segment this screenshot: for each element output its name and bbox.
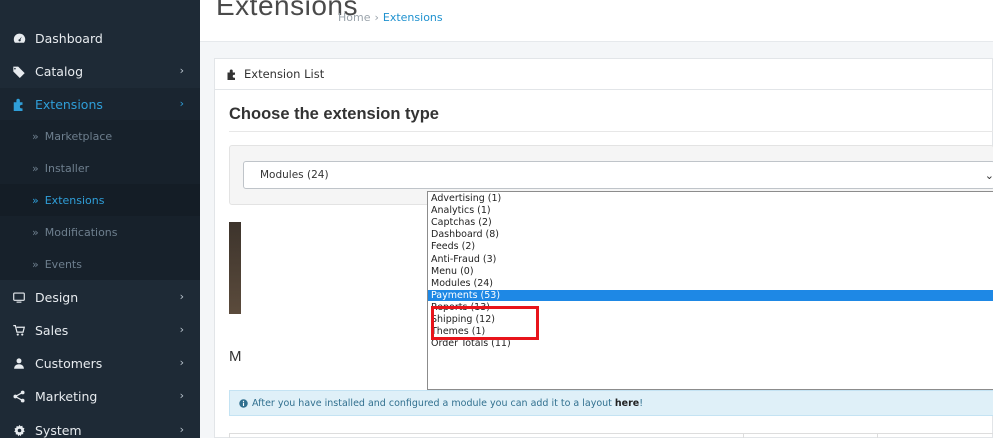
table-column-divider <box>877 434 878 438</box>
sidebar-subitem-installer[interactable]: » Installer <box>0 152 200 184</box>
info-alert: After you have installed and configured … <box>229 390 993 416</box>
chevron-right-icon: › <box>179 64 184 77</box>
page-header: Extensions Home › Extensions <box>200 0 993 42</box>
sidebar-subitem-label: Extensions <box>44 193 105 207</box>
user-icon <box>12 356 26 370</box>
puzzle-icon <box>12 97 26 111</box>
panel-heading: Extension List <box>215 59 992 90</box>
sidebar-item-label: Sales <box>35 322 69 338</box>
option-menu[interactable]: Menu (0) <box>428 266 993 278</box>
sidebar-subitem-marketplace[interactable]: » Marketplace <box>0 120 200 152</box>
sidebar-item-label: Customers <box>35 355 103 371</box>
double-chevron-icon: » <box>32 161 39 175</box>
breadcrumb-extensions[interactable]: Extensions <box>383 11 443 24</box>
chevron-right-icon: › <box>179 423 184 436</box>
breadcrumb-separator: › <box>374 11 379 24</box>
sidebar-item-label: Catalog <box>35 63 84 79</box>
extension-type-select[interactable]: Modules (24) ⌄ <box>243 161 993 189</box>
breadcrumb: Home › Extensions <box>338 11 443 24</box>
alert-text: After you have installed and configured … <box>252 397 612 409</box>
breadcrumb-home[interactable]: Home <box>338 11 370 24</box>
section-title: Choose the extension type <box>229 105 439 123</box>
sidebar-subitem-label: Marketplace <box>44 129 113 143</box>
sidebar-item-customers[interactable]: Customers › <box>0 347 200 379</box>
gear-icon <box>12 423 26 437</box>
option-payments[interactable]: Payments (53) <box>428 289 993 302</box>
chevron-right-icon: › <box>179 290 184 303</box>
option-feeds[interactable]: Feeds (2) <box>428 241 993 253</box>
alert-end: ! <box>639 397 644 409</box>
tag-icon <box>12 64 26 78</box>
sidebar-subitem-modifications[interactable]: » Modifications <box>0 216 200 248</box>
sidebar-subitem-events[interactable]: » Events <box>0 248 200 280</box>
sidebar-item-marketing[interactable]: Marketing › <box>0 380 200 412</box>
sidebar-item-label: Design <box>35 289 79 305</box>
monitor-icon <box>12 290 26 304</box>
banner-image <box>229 222 241 314</box>
sidebar: Dashboard Catalog › Extensions › » Marke… <box>0 0 200 438</box>
module-heading: M <box>229 348 242 365</box>
sidebar-item-design[interactable]: Design › <box>0 281 200 313</box>
option-analytics[interactable]: Analytics (1) <box>428 205 993 217</box>
sidebar-item-extensions[interactable]: Extensions › <box>0 88 200 120</box>
module-table <box>229 433 993 438</box>
option-captchas[interactable]: Captchas (2) <box>428 217 993 229</box>
chevron-down-icon: ⌄ <box>984 169 993 182</box>
annotation-highlight-box <box>431 306 539 340</box>
share-icon <box>12 389 26 403</box>
alert-link-here[interactable]: here <box>615 398 639 409</box>
double-chevron-icon: » <box>32 257 39 271</box>
sidebar-item-system[interactable]: System › <box>0 414 200 438</box>
sidebar-item-label: Marketing <box>35 388 98 404</box>
option-modules[interactable]: Modules (24) <box>428 278 993 290</box>
sidebar-subitem-label: Modifications <box>44 225 118 239</box>
double-chevron-icon: » <box>32 225 39 239</box>
dashboard-icon <box>12 31 26 45</box>
sidebar-item-catalog[interactable]: Catalog › <box>0 55 200 87</box>
page-title: Extensions <box>216 0 358 21</box>
double-chevron-icon: » <box>32 129 39 143</box>
select-value: Modules (24) <box>260 169 329 181</box>
sidebar-item-sales[interactable]: Sales › <box>0 314 200 346</box>
chevron-right-icon: › <box>179 323 184 336</box>
sidebar-item-dashboard[interactable]: Dashboard <box>0 22 200 54</box>
info-circle-icon <box>239 398 248 408</box>
sidebar-item-label: Extensions <box>35 96 103 112</box>
chevron-right-icon: › <box>179 389 184 402</box>
sidebar-subitem-label: Installer <box>44 161 90 175</box>
sidebar-item-label: Dashboard <box>35 30 103 46</box>
table-column-divider <box>743 434 744 438</box>
cart-icon <box>12 323 26 337</box>
option-anti-fraud[interactable]: Anti-Fraud (3) <box>428 254 993 266</box>
chevron-right-icon: › <box>179 97 184 110</box>
option-advertising[interactable]: Advertising (1) <box>428 193 993 205</box>
panel-heading-label: Extension List <box>244 67 325 81</box>
puzzle-icon <box>226 68 238 80</box>
extension-type-options: Advertising (1) Analytics (1) Captchas (… <box>427 191 993 390</box>
divider <box>229 131 993 132</box>
sidebar-subitem-label: Events <box>44 257 82 271</box>
double-chevron-icon: » <box>32 193 39 207</box>
sidebar-subitem-extensions[interactable]: » Extensions <box>0 184 200 216</box>
sidebar-item-label: System <box>35 422 82 438</box>
option-dashboard[interactable]: Dashboard (8) <box>428 229 993 241</box>
chevron-right-icon: › <box>179 356 184 369</box>
